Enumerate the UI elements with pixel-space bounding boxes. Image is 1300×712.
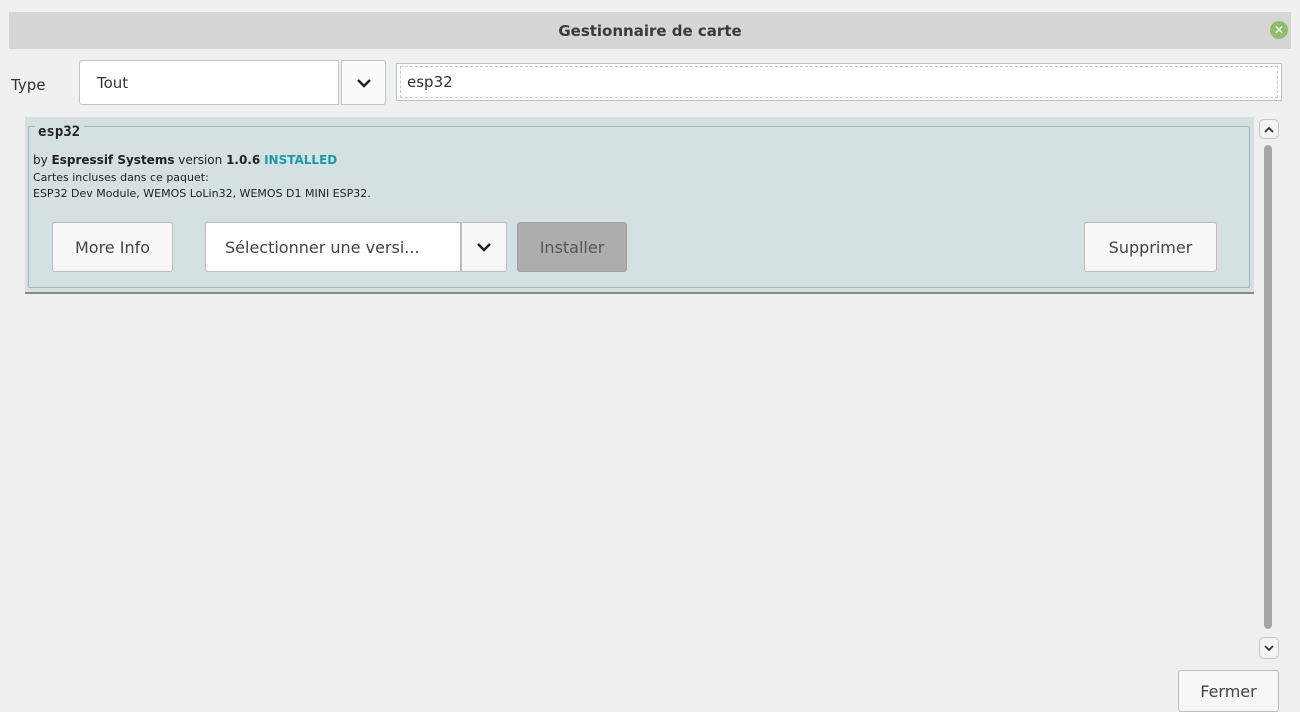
scroll-up-button[interactable] <box>1259 119 1279 139</box>
close-icon[interactable]: ✕ <box>1270 21 1288 39</box>
scroll-down-button[interactable] <box>1259 637 1279 659</box>
entry-info-line: by Espressif Systems version 1.0.6 INSTA… <box>33 153 337 167</box>
chevron-down-icon <box>477 243 491 252</box>
type-select[interactable]: Tout <box>79 60 339 105</box>
type-dropdown-button[interactable] <box>341 60 386 105</box>
window-title: Gestionnaire de carte <box>558 21 742 40</box>
installed-badge: INSTALLED <box>264 153 338 167</box>
entry-author: Espressif Systems <box>51 153 175 167</box>
entry-version: 1.0.6 <box>226 153 261 167</box>
search-input[interactable] <box>396 63 1282 101</box>
type-label: Type <box>11 76 46 94</box>
version-dropdown-button[interactable] <box>461 222 507 272</box>
chevron-down-icon <box>356 78 371 88</box>
scrollbar-thumb[interactable] <box>1264 145 1272 629</box>
entry-name: esp32 <box>35 124 85 140</box>
by-text: by <box>33 153 48 167</box>
chevron-up-icon <box>1264 126 1274 133</box>
chevron-down-icon <box>1264 644 1274 651</box>
boards-list: ESP32 Dev Module, WEMOS LoLin32, WEMOS D… <box>33 187 371 200</box>
type-select-value: Tout <box>97 73 129 92</box>
version-text: version <box>178 153 223 167</box>
install-button[interactable]: Installer <box>517 222 627 272</box>
close-button[interactable]: Fermer <box>1178 670 1279 712</box>
remove-button[interactable]: Supprimer <box>1084 222 1217 272</box>
version-select-value: Sélectionner une versi... <box>225 237 420 257</box>
more-info-button[interactable]: More Info <box>52 222 173 272</box>
title-bar: Gestionnaire de carte ✕ <box>9 12 1291 49</box>
boards-label: Cartes incluses dans ce paquet: <box>33 171 209 184</box>
version-select[interactable]: Sélectionner une versi... <box>205 222 461 272</box>
